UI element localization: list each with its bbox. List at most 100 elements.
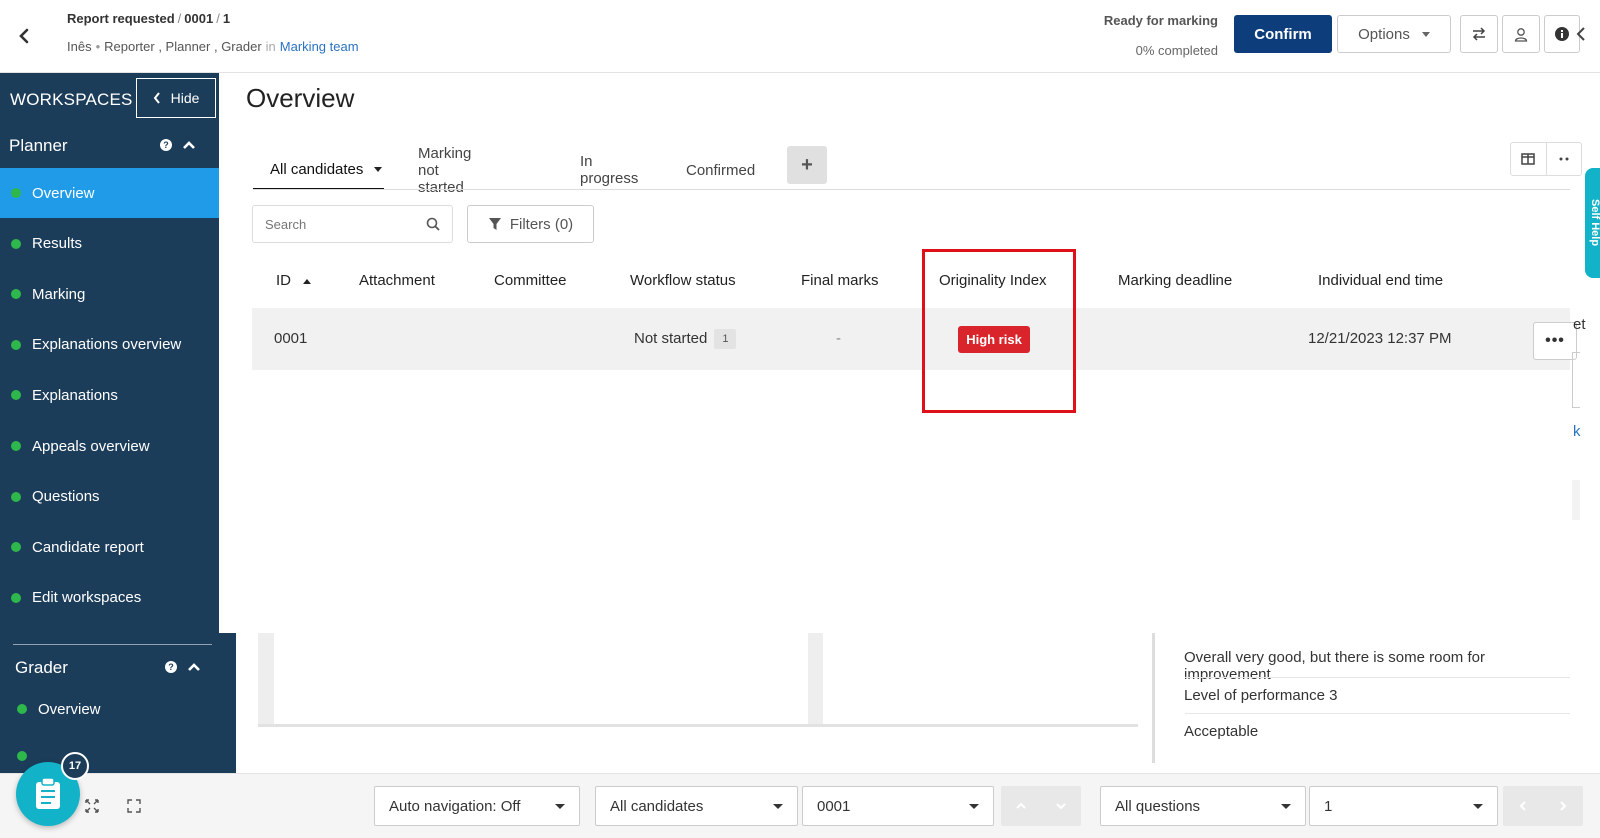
status-dot	[11, 441, 21, 451]
column-header-id[interactable]: ID	[276, 272, 312, 289]
workflow-count-badge: 1	[714, 329, 737, 349]
filter-icon	[488, 218, 501, 230]
status-dot	[17, 704, 27, 714]
search-icon	[426, 217, 440, 231]
sidebar-item-grader-overview[interactable]: Overview	[6, 684, 225, 734]
tabs-divider	[253, 189, 1570, 190]
page-title: Overview	[246, 83, 355, 113]
back-button[interactable]	[10, 22, 38, 50]
row-actions-button[interactable]: •••	[1533, 322, 1577, 360]
team-link[interactable]: Marking team	[280, 39, 359, 54]
column-header-workflow-status[interactable]: Workflow status	[630, 272, 736, 289]
add-tab-button[interactable]: +	[787, 146, 827, 184]
breadcrumb-part[interactable]: 1	[223, 11, 230, 26]
collapse-panel-button[interactable]	[1576, 26, 1586, 47]
self-help-tab[interactable]: Self Help	[1585, 168, 1600, 278]
planner-section-tools: ?	[160, 139, 196, 151]
breadcrumb-separator: /	[216, 11, 220, 26]
sidebar-item-label: Results	[32, 235, 83, 253]
partial-text: et	[1573, 316, 1586, 333]
dropdown-value: Auto navigation: Off	[389, 797, 521, 815]
partial-panel-edge	[1572, 480, 1580, 520]
sidebar-item-explanations-overview[interactable]: Explanations overview	[0, 320, 219, 370]
chevron-left-icon	[1576, 27, 1585, 41]
sidebar-item-label: Explanations overview	[32, 336, 182, 354]
chevron-right-icon[interactable]	[1559, 800, 1567, 812]
caret-down-icon	[773, 803, 783, 809]
tab-confirmed[interactable]: Confirmed	[686, 150, 755, 190]
status-dot	[11, 542, 21, 553]
expand-button[interactable]	[80, 794, 104, 818]
cell-id: 0001	[274, 330, 308, 347]
tab-in-progress[interactable]: In progress	[580, 150, 638, 190]
sidebar-item-edit-workspaces[interactable]: Edit workspaces	[0, 573, 219, 623]
fullscreen-icon	[127, 799, 141, 813]
question-select-dropdown[interactable]: 1	[1309, 786, 1498, 826]
hide-sidebar-button[interactable]: Hide	[136, 78, 216, 118]
chevron-up-icon[interactable]	[187, 662, 201, 672]
help-icon[interactable]: ?	[160, 139, 172, 151]
info-button[interactable]	[1544, 15, 1580, 53]
questions-filter-dropdown[interactable]: All questions	[1100, 786, 1306, 826]
sidebar-item-appeals-overview[interactable]: Appeals overview	[0, 421, 219, 471]
sidebar-item-results[interactable]: Results	[0, 219, 219, 269]
more-view-options-button[interactable]	[1545, 143, 1582, 175]
breadcrumb-id[interactable]: 0001	[184, 11, 213, 26]
sidebar-item-explanations[interactable]: Explanations	[0, 370, 219, 420]
chevron-left-icon[interactable]	[1519, 800, 1527, 812]
tab-label: All candidates	[270, 160, 364, 178]
column-header-individual-end-time[interactable]: Individual end time	[1318, 272, 1443, 289]
top-bar: Report requested/0001/1 Inês • Reporter , …	[0, 0, 1600, 73]
column-header-marking-deadline[interactable]: Marking deadline	[1118, 272, 1232, 289]
fullscreen-button[interactable]	[122, 794, 146, 818]
role-list: Reporter , Planner , Grader	[104, 39, 262, 54]
chevron-down-icon[interactable]	[1055, 802, 1067, 810]
status-dot	[11, 390, 21, 401]
candidate-nav-buttons	[1001, 786, 1081, 826]
partial-panel-edge	[1572, 352, 1580, 408]
options-dropdown[interactable]: Options	[1337, 15, 1451, 53]
filters-button[interactable]: Filters (0)	[467, 205, 594, 243]
auto-navigation-dropdown[interactable]: Auto navigation: Off	[374, 786, 580, 826]
plus-icon: +	[801, 153, 813, 176]
sidebar-item-questions[interactable]: Questions	[0, 472, 219, 522]
search-input[interactable]	[265, 216, 415, 232]
sidebar-item-marking[interactable]: Marking	[0, 269, 219, 319]
columns-icon	[1521, 153, 1535, 165]
sidebar-item-label: Explanations	[32, 386, 118, 404]
feedback-panel: Overall very good, but there is some roo…	[1150, 633, 1570, 763]
tab-marking-not-started[interactable]: Marking not started	[418, 145, 471, 196]
sidebar-item-candidate-report[interactable]: Candidate report	[0, 522, 219, 572]
column-header-label: ID	[276, 272, 291, 289]
candidates-filter-dropdown[interactable]: All candidates	[595, 786, 798, 826]
column-header-final-marks[interactable]: Final marks	[801, 272, 879, 289]
caret-down-icon	[1421, 31, 1430, 37]
caret-down-icon	[374, 166, 383, 172]
sidebar-divider	[13, 644, 212, 645]
sidebar-item-overview[interactable]: Overview	[0, 168, 219, 218]
confirm-button[interactable]: Confirm	[1234, 15, 1332, 53]
column-header-attachment[interactable]: Attachment	[359, 272, 435, 289]
chevron-up-icon[interactable]	[1015, 802, 1027, 810]
tab-all-candidates[interactable]: All candidates	[253, 150, 384, 190]
options-label: Options	[1358, 25, 1410, 43]
search-field[interactable]	[252, 205, 453, 243]
chevron-up-icon[interactable]	[182, 140, 196, 150]
sidebar-item-label: Candidate report	[32, 538, 144, 556]
performance-level-label: Level of performance 3	[1184, 687, 1338, 704]
status-dot	[11, 339, 21, 350]
candidate-select-dropdown[interactable]: 0001	[802, 786, 994, 826]
swap-button[interactable]	[1460, 15, 1498, 53]
workflow-status-text: Not started	[634, 329, 708, 347]
breadcrumb-separator: /	[177, 11, 182, 26]
column-layout-button[interactable]	[1511, 143, 1546, 175]
partial-link[interactable]: k	[1573, 423, 1581, 440]
in-label: in	[265, 39, 276, 54]
column-header-committee[interactable]: Committee	[494, 272, 567, 289]
status-progress: 0% completed	[1135, 43, 1218, 58]
user-button[interactable]	[1502, 15, 1540, 53]
grader-section-tools: ?	[165, 661, 201, 673]
dropdown-value: All candidates	[610, 797, 704, 815]
cell-workflow-status: Not started 1	[634, 329, 737, 349]
help-icon[interactable]: ?	[165, 661, 177, 673]
